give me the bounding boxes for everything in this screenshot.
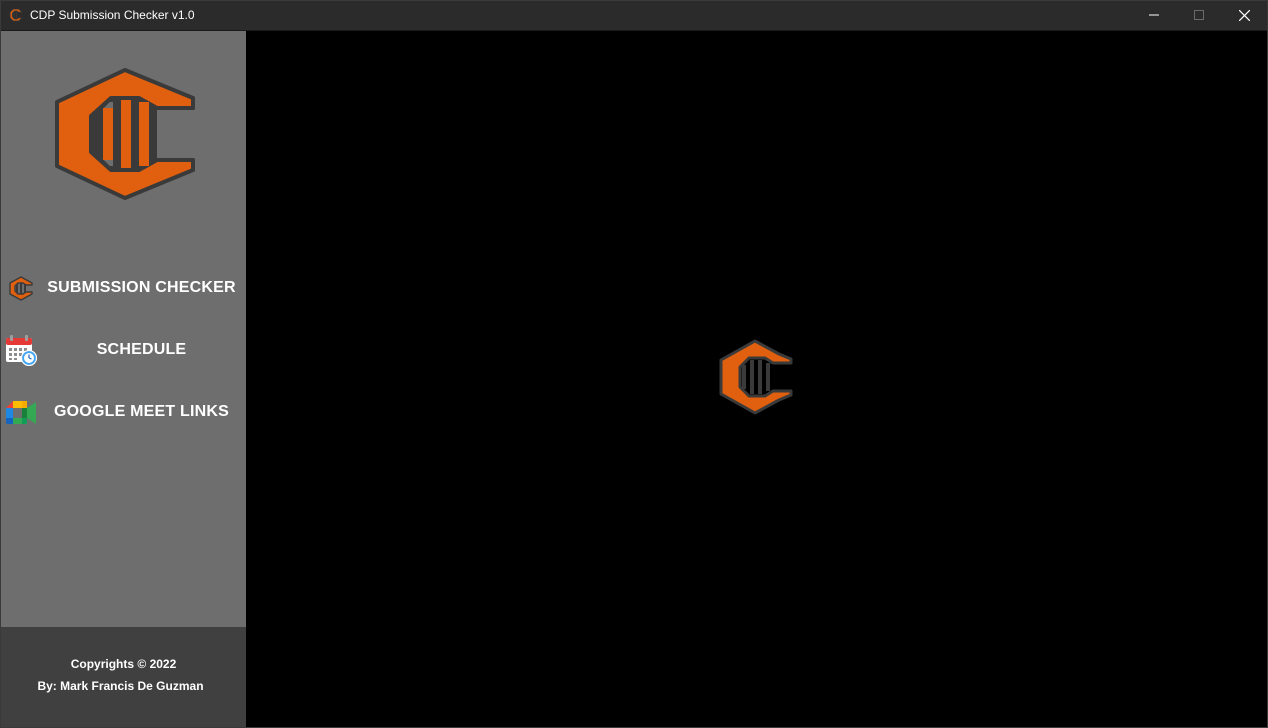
title-bar[interactable]: CDP Submission Checker v1.0 [0,0,1268,31]
main-panel [246,31,1267,727]
google-meet-icon [6,401,36,424]
sidebar-item-schedule[interactable]: SCHEDULE [1,321,246,377]
minimize-button[interactable] [1131,0,1177,30]
maximize-icon [1194,10,1204,20]
sidebar-footer: Copyrights © 2022 By: Mark Francis De Gu… [1,627,246,728]
sidebar-item-label: GOOGLE MEET LINKS [54,403,229,420]
minimize-icon [1149,14,1159,16]
sidebar-item-label: SCHEDULE [96,341,187,358]
calendar-clock-icon [6,335,37,366]
sidebar-item-label: SUBMISSION CHECKER [47,279,236,296]
maximize-button[interactable] [1176,0,1222,30]
sidebar: SUBMISSION CHECKER SCHEDULE GOOGLE MEET … [1,31,246,627]
copyright-text: Copyrights © 2022 [70,657,177,671]
close-icon [1238,9,1250,21]
sidebar-item-google-meet-links[interactable]: GOOGLE MEET LINKS [1,383,246,439]
close-button[interactable] [1221,0,1267,30]
author-text: By: Mark Francis De Guzman [37,679,204,693]
sidebar-item-submission-checker[interactable]: SUBMISSION CHECKER [1,259,246,315]
app-icon [9,8,23,22]
cdp-logo-icon [719,339,793,415]
app-window: CDP Submission Checker v1.0 SUBMISSION C… [0,0,1268,728]
cdp-logo-icon [55,68,195,200]
cdp-logo-icon [9,276,33,301]
window-title: CDP Submission Checker v1.0 [30,8,195,22]
